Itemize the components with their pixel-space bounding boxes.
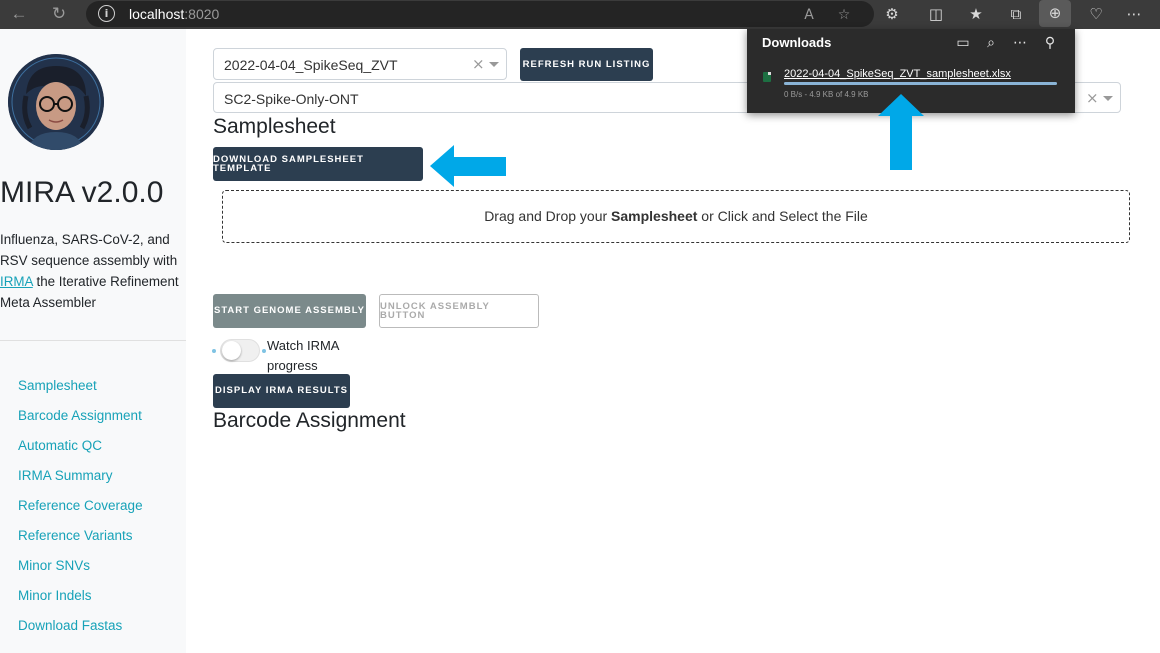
download-progress-bar xyxy=(784,82,1057,85)
browser-toolbar: ← ↻ i localhost:8020 A ☆ ⚙ ◫ ★ ⧉ ⊕ ♡ ⋯ xyxy=(0,0,1160,29)
download-progress-fill xyxy=(784,82,1057,85)
extensions-icon[interactable]: ⚙ xyxy=(879,3,905,25)
app-title: MIRA v2.0.0 xyxy=(0,176,164,209)
irma-link[interactable]: IRMA xyxy=(0,274,33,289)
search-icon[interactable]: ⌕ xyxy=(981,33,1001,53)
nav-minor-indels[interactable]: Minor Indels xyxy=(18,586,143,616)
toggle-switch[interactable] xyxy=(220,339,260,362)
nav-irma-summary[interactable]: IRMA Summary xyxy=(18,466,143,496)
display-irma-results-button[interactable]: DISPLAY IRMA RESULTS xyxy=(213,374,350,408)
pin-icon[interactable]: ⚲ xyxy=(1040,33,1060,53)
download-status: 0 B/s - 4.9 KB of 4.9 KB xyxy=(784,90,869,99)
run-select-value: 2022-04-04_SpikeSeq_ZVT xyxy=(224,57,398,73)
url-text: localhost:8020 xyxy=(129,6,220,22)
sidebar-nav: Samplesheet Barcode Assignment Automatic… xyxy=(18,376,143,646)
nav-barcode-assignment[interactable]: Barcode Assignment xyxy=(18,406,143,436)
more-menu-icon[interactable]: ⋯ xyxy=(1121,3,1147,25)
more-options-icon[interactable]: ⋯ xyxy=(1010,33,1030,53)
nav-reference-variants[interactable]: Reference Variants xyxy=(18,526,143,556)
experiment-select-value: SC2-Spike-Only-ONT xyxy=(224,91,359,107)
downloads-icon[interactable]: ⊕ xyxy=(1039,0,1071,27)
address-bar[interactable]: i localhost:8020 A ☆ xyxy=(86,1,874,27)
nav-download-fastas[interactable]: Download Fastas xyxy=(18,616,143,646)
run-select-chevron-down-icon[interactable] xyxy=(489,62,499,67)
run-select-clear-icon[interactable]: × xyxy=(472,55,485,73)
read-aloud-icon[interactable]: A xyxy=(798,5,820,25)
back-icon[interactable]: ← xyxy=(7,3,31,25)
downloads-title: Downloads xyxy=(762,35,832,50)
site-info-icon[interactable]: i xyxy=(98,5,115,22)
download-samplesheet-template-button[interactable]: DOWNLOAD SAMPLESHEET TEMPLATE xyxy=(213,147,423,181)
open-folder-icon[interactable]: ▭ xyxy=(953,33,973,53)
dropzone-bold-label: Samplesheet xyxy=(611,208,698,224)
nav-minor-snvs[interactable]: Minor SNVs xyxy=(18,556,143,586)
sidebar: MIRA v2.0.0 Influenza, SARS-CoV-2, and R… xyxy=(0,29,186,653)
download-file-name[interactable]: 2022-04-04_SpikeSeq_ZVT_samplesheet.xlsx xyxy=(784,67,1011,81)
favorite-star-icon[interactable]: ☆ xyxy=(833,5,855,25)
samplesheet-heading: Samplesheet xyxy=(213,115,336,138)
nav-automatic-qc[interactable]: Automatic QC xyxy=(18,436,143,466)
sidebar-divider xyxy=(0,340,186,341)
browser-essentials-icon[interactable]: ♡ xyxy=(1083,3,1109,25)
start-genome-assembly-button[interactable]: START GENOME ASSEMBLY xyxy=(213,294,366,328)
split-screen-icon[interactable]: ◫ xyxy=(923,3,949,25)
collections-icon[interactable]: ⧉ xyxy=(1003,3,1029,25)
refresh-icon[interactable]: ↻ xyxy=(47,3,71,25)
toggle-knob xyxy=(222,341,241,360)
nav-reference-coverage[interactable]: Reference Coverage xyxy=(18,496,143,526)
favorites-icon[interactable]: ★ xyxy=(963,3,989,25)
toggle-right-dot xyxy=(262,349,266,353)
annotation-arrow-left-icon xyxy=(430,145,506,187)
unlock-assembly-button[interactable]: UNLOCK ASSEMBLY BUTTON xyxy=(379,294,539,328)
samplesheet-upload-dropzone[interactable]: Drag and Drop your Samplesheet or Click … xyxy=(222,190,1130,243)
experiment-select-chevron-down-icon[interactable] xyxy=(1103,96,1113,101)
app-description: Influenza, SARS-CoV-2, and RSV sequence … xyxy=(0,232,179,310)
run-select[interactable]: 2022-04-04_SpikeSeq_ZVT × xyxy=(213,48,507,80)
nav-samplesheet[interactable]: Samplesheet xyxy=(18,376,143,406)
toggle-left-dot xyxy=(212,349,216,353)
experiment-select-clear-icon[interactable]: × xyxy=(1086,89,1099,107)
watch-irma-progress-label: Watch IRMA progress xyxy=(267,338,339,373)
annotation-arrow-up-icon xyxy=(878,94,924,170)
excel-file-icon xyxy=(763,72,771,82)
refresh-run-listing-button[interactable]: REFRESH RUN LISTING xyxy=(520,48,653,81)
avatar xyxy=(8,54,104,150)
barcode-assignment-heading: Barcode Assignment xyxy=(213,409,406,432)
